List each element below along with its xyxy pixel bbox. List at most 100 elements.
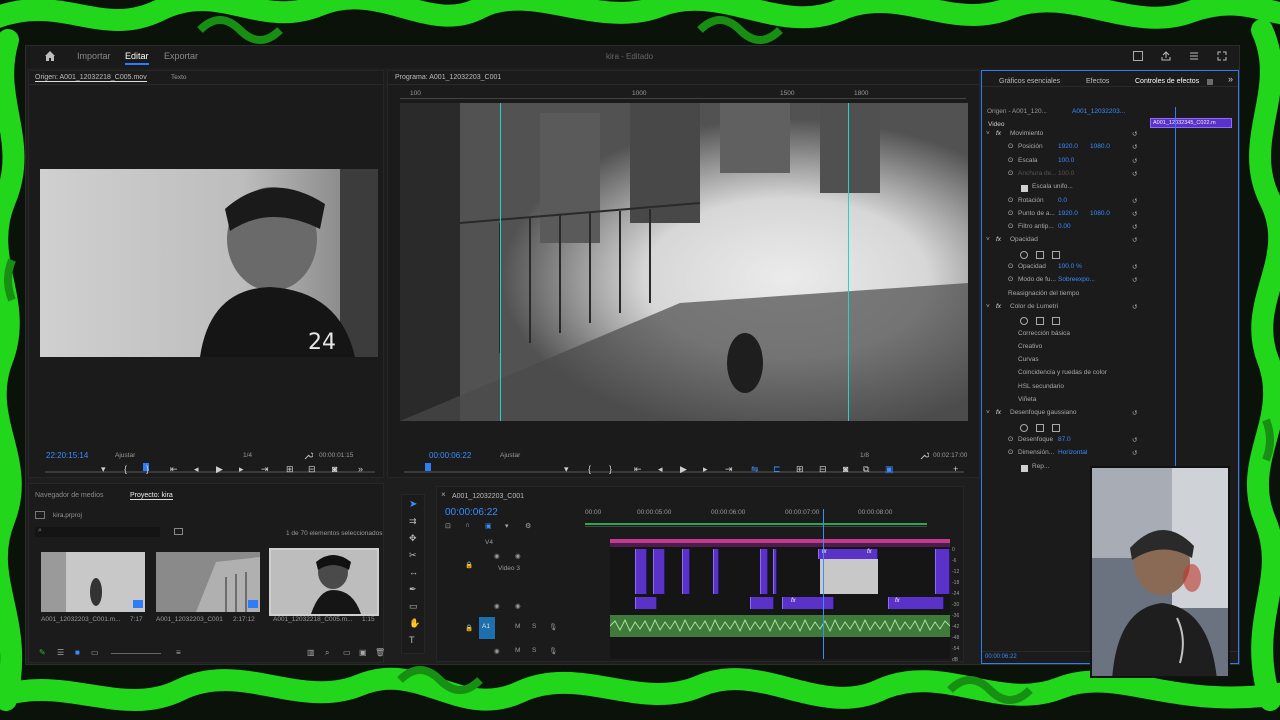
close-icon[interactable]: ×: [441, 490, 446, 499]
effect-row[interactable]: ʘ Dimensión... Horizontal ↺: [982, 449, 1232, 462]
effect-row[interactable]: ʘ Anchura de... 100.0 ↺: [982, 170, 1232, 183]
effect-row[interactable]: Creativo: [982, 343, 1232, 356]
add-marker-icon[interactable]: ▾: [505, 522, 509, 530]
trash-icon[interactable]: 🗑: [375, 648, 385, 657]
selection-tool-icon[interactable]: ➤: [409, 499, 417, 510]
effect-mini-clip[interactable]: A001_12032345_C022.m: [1150, 118, 1232, 128]
effect-value[interactable]: 100.0: [1058, 157, 1074, 164]
step-back-icon[interactable]: ◂: [194, 464, 199, 475]
reset-icon[interactable]: ↺: [1132, 157, 1137, 165]
video-clip[interactable]: [653, 549, 665, 594]
adjustment-layer-clip[interactable]: [610, 539, 950, 543]
effect-row[interactable]: ˅ fx Movimiento ↺: [982, 130, 1232, 143]
timeline-timecode[interactable]: 00:00:06:22: [445, 507, 498, 518]
tab-effect-controls[interactable]: Controles de efectos: [1135, 78, 1199, 85]
insert-icon[interactable]: ⊞: [286, 464, 294, 475]
tab-effects[interactable]: Efectos: [1086, 78, 1109, 85]
effect-value[interactable]: 1920.0: [1058, 143, 1078, 150]
tab-media-browser[interactable]: Navegador de medios: [35, 492, 104, 499]
disclosure-icon[interactable]: ˅: [986, 130, 990, 137]
effect-footer-timecode[interactable]: 00:00:06:22: [985, 654, 1017, 660]
mask-pen-icon[interactable]: [1052, 423, 1060, 432]
reset-icon[interactable]: ↺: [1132, 197, 1137, 205]
reset-icon[interactable]: ↺: [1132, 303, 1137, 311]
effect-source-label[interactable]: Origen - A001_120...: [987, 108, 1047, 115]
extract-icon[interactable]: ⊟: [819, 464, 827, 475]
mute-button[interactable]: M: [515, 647, 520, 654]
effect-row[interactable]: ˅ fx Color de Lumetri ↺: [982, 303, 1232, 316]
camera-icon[interactable]: ◙: [332, 464, 337, 474]
effect-row[interactable]: Viñeta: [982, 396, 1232, 409]
lock-icon[interactable]: 🔒: [465, 624, 473, 632]
hand-tool-icon[interactable]: ✋: [409, 618, 420, 629]
mask-ellipse-icon[interactable]: [1020, 317, 1028, 326]
mute-button[interactable]: M: [515, 623, 520, 630]
mask-pen-icon[interactable]: [1052, 317, 1060, 326]
video-clip[interactable]: [635, 597, 657, 609]
track-select-icon[interactable]: ⇉: [409, 516, 417, 527]
zoom-slider[interactable]: [111, 653, 161, 654]
stopwatch-icon[interactable]: ʘ: [1008, 436, 1013, 443]
selected-clip[interactable]: [820, 559, 878, 594]
effect-row[interactable]: ʘ Opacidad 100.0 % ↺: [982, 263, 1232, 276]
go-to-out-icon[interactable]: ⇥: [725, 464, 733, 475]
mic-icon[interactable]: 🎙: [549, 623, 557, 631]
solo-button[interactable]: S: [532, 623, 536, 630]
marker-icon[interactable]: ▾: [101, 464, 106, 475]
lift-icon[interactable]: ⊞: [796, 464, 804, 475]
sort-icon[interactable]: ≡: [176, 648, 181, 657]
nav-importar[interactable]: Importar: [77, 51, 111, 61]
video-clip[interactable]: [935, 549, 950, 594]
trim-icon[interactable]: ⊏: [773, 464, 781, 475]
stopwatch-icon[interactable]: ʘ: [1008, 223, 1013, 230]
toggle-output-icon[interactable]: ◉: [494, 647, 500, 655]
icon-view-icon[interactable]: ■: [75, 648, 80, 657]
effect-value[interactable]: Sobreexpo...: [1058, 276, 1095, 283]
overflow-icon[interactable]: »: [1228, 74, 1233, 84]
toggle-output-icon[interactable]: ◉: [494, 602, 500, 610]
mic-icon[interactable]: 🎙: [549, 647, 557, 655]
nav-exportar[interactable]: Exportar: [164, 51, 198, 61]
comparison-icon[interactable]: ⇋: [751, 464, 759, 475]
camera-icon[interactable]: ◙: [843, 464, 848, 474]
fx-toggle-icon[interactable]: fx: [996, 130, 1001, 137]
mark-in-icon[interactable]: {: [588, 464, 591, 474]
ripple-tool-icon[interactable]: ✥: [409, 533, 417, 544]
reset-icon[interactable]: ↺: [1132, 436, 1137, 444]
new-bin-icon[interactable]: ▭: [343, 648, 351, 657]
type-tool-icon[interactable]: T: [409, 635, 415, 645]
freeform-view-icon[interactable]: ▭: [91, 648, 99, 657]
reset-icon[interactable]: ↺: [1132, 409, 1137, 417]
effect-value[interactable]: 0.0: [1058, 197, 1067, 204]
tab-source[interactable]: Origen: A001_12032218_C005.mov: [35, 74, 147, 82]
video-clip[interactable]: [682, 549, 690, 594]
effect-clip[interactable]: fx fx: [818, 549, 878, 559]
tracks-area[interactable]: fx fx fx fx: [609, 509, 951, 659]
video-clip[interactable]: [635, 549, 647, 594]
wrench-icon[interactable]: [304, 451, 314, 460]
source-resolution-select[interactable]: 1/4: [243, 452, 252, 459]
tab-program[interactable]: Programa: A001_12032203_C001: [395, 74, 501, 81]
effect-row[interactable]: ʘ Posición 1920.0 1080.0 ↺: [982, 143, 1232, 156]
linked-icon[interactable]: ∩: [465, 522, 470, 529]
mark-in-icon[interactable]: {: [124, 464, 127, 474]
multicam-icon[interactable]: ⧉: [863, 464, 869, 475]
effect-value[interactable]: Horizontal: [1058, 449, 1087, 456]
program-resolution-select[interactable]: 1/8: [860, 452, 869, 459]
go-to-in-icon[interactable]: ⇤: [170, 464, 178, 475]
disclosure-icon[interactable]: ˅: [986, 303, 990, 310]
stopwatch-icon[interactable]: ʘ: [1008, 449, 1013, 456]
fx-toggle-icon[interactable]: fx: [996, 303, 1001, 310]
effect-value[interactable]: 87.0: [1058, 436, 1071, 443]
tab-timeline[interactable]: A001_12032203_C001: [452, 493, 524, 500]
fullscreen-icon[interactable]: [1217, 51, 1227, 61]
reset-icon[interactable]: ↺: [1132, 263, 1137, 271]
stopwatch-icon[interactable]: ʘ: [1008, 143, 1013, 150]
stopwatch-icon[interactable]: ʘ: [1008, 276, 1013, 283]
media-thumbnail[interactable]: [156, 552, 260, 612]
effect-row[interactable]: ʘ Rotación 0.0 ↺: [982, 197, 1232, 210]
reset-icon[interactable]: ↺: [1132, 449, 1137, 457]
reset-icon[interactable]: ↺: [1132, 223, 1137, 231]
effect-row[interactable]: ʘ Escala 100.0 ↺: [982, 157, 1232, 170]
play-icon[interactable]: ▶: [680, 464, 687, 475]
